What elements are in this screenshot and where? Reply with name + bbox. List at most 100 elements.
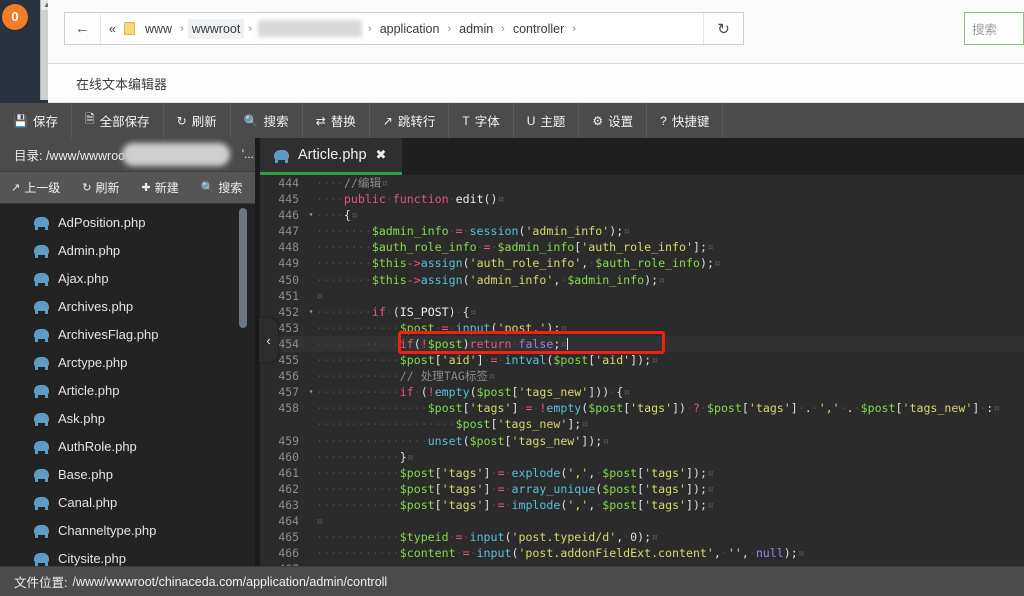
- code-line[interactable]: 458 ················$post['tags']·=·!empt…: [260, 400, 1024, 416]
- list-item[interactable]: Canal.php: [0, 488, 260, 516]
- toolbar-button-6[interactable]: T 字体: [449, 103, 514, 138]
- toolbar-button-1[interactable]: 🗎 全部保存: [72, 103, 164, 138]
- file-name-label: Ask.php: [58, 410, 105, 426]
- back-button[interactable]: ←: [65, 13, 101, 44]
- tab-article-php[interactable]: Article.php ✖: [260, 138, 403, 175]
- code-text: ············// 处理TAG标签¤: [316, 369, 496, 384]
- plus-icon: ✚: [141, 182, 151, 194]
- fold-toggle-icon: [306, 191, 316, 207]
- file-name-label: Ajax.php: [58, 270, 109, 286]
- code-line[interactable]: 445 ····public·function·edit()¤: [260, 191, 1024, 207]
- list-item[interactable]: Archives.php: [0, 292, 260, 320]
- file-tool-2[interactable]: ✚ 新建: [130, 179, 189, 196]
- code-line[interactable]: 451 ¤: [260, 288, 1024, 304]
- line-number: 464: [278, 513, 299, 528]
- list-item[interactable]: Base.php: [0, 460, 260, 488]
- code-content[interactable]: 444 ····//编辑¤ 445 ····public·function·edit(…: [260, 175, 1024, 566]
- fold-toggle-icon[interactable]: ▾: [306, 384, 316, 400]
- php-file-icon: [34, 553, 49, 566]
- toolbar-button-2[interactable]: ↻ 刷新: [164, 103, 231, 138]
- toolbar-button-8[interactable]: ⚙ 设置: [579, 103, 648, 138]
- code-line[interactable]: 465 ············$typeid·=·input('post.typ…: [260, 529, 1024, 545]
- code-line[interactable]: 463 ············$post['tags']·=·implode('…: [260, 497, 1024, 513]
- fold-toggle-icon: [306, 368, 316, 384]
- php-file-icon: [34, 413, 49, 426]
- breadcrumb-item-application[interactable]: application: [376, 19, 444, 39]
- code-line[interactable]: 460 ············}¤: [260, 449, 1024, 465]
- code-line[interactable]: 457 ▾ ············if·(!empty($post['tags_n…: [260, 384, 1024, 400]
- breadcrumb-item-controller[interactable]: controller: [509, 19, 568, 39]
- list-item[interactable]: Article.php: [0, 376, 260, 404]
- code-line[interactable]: 450 ········$this->assign('admin_info',·$…: [260, 272, 1024, 288]
- code-text: ············$typeid·=·input('post.typeid…: [316, 530, 659, 545]
- toolbar-button-5[interactable]: ↗ 跳转行: [370, 103, 450, 138]
- php-file-icon: [34, 441, 49, 454]
- toolbar-button-7[interactable]: U 主题: [514, 103, 580, 138]
- file-tool-label: 刷新: [95, 181, 120, 195]
- fold-toggle-icon: [306, 497, 316, 513]
- gear-icon: ⚙: [592, 113, 604, 128]
- list-item[interactable]: Ajax.php: [0, 264, 260, 292]
- code-line[interactable]: 466 ············$content·=·input('post.ad…: [260, 545, 1024, 561]
- breadcrumb-overflow[interactable]: «: [105, 19, 120, 39]
- code-line[interactable]: 464 ¤: [260, 513, 1024, 529]
- list-item[interactable]: Channeltype.php: [0, 516, 260, 544]
- file-list-scrollbar[interactable]: [239, 208, 247, 328]
- collapse-panel-handle[interactable]: ‹: [259, 318, 278, 362]
- fold-toggle-icon[interactable]: ▾: [306, 207, 316, 223]
- code-text: ············}¤: [316, 449, 414, 464]
- reload-button[interactable]: ↻: [703, 13, 743, 44]
- list-item[interactable]: ArchivesFlag.php: [0, 320, 260, 348]
- code-line[interactable]: 459 ················unset($post['tags_new…: [260, 433, 1024, 449]
- close-icon[interactable]: ✖: [376, 147, 387, 163]
- code-line[interactable]: 453 ············$post·=·input('post.');¤: [260, 320, 1024, 336]
- list-item[interactable]: Arctype.php: [0, 348, 260, 376]
- editor-tab-strip: Article.php ✖: [260, 138, 1024, 175]
- code-line[interactable]: 462 ············$post['tags']·=·array_uni…: [260, 481, 1024, 497]
- fold-toggle-icon[interactable]: ▾: [306, 304, 316, 320]
- code-line[interactable]: 449 ········$this->assign('auth_role_info…: [260, 255, 1024, 271]
- breadcrumb-item-wwwroot[interactable]: wwwroot: [187, 18, 245, 39]
- list-item[interactable]: Admin.php: [0, 236, 260, 264]
- line-number: 445: [278, 192, 299, 207]
- list-item[interactable]: AdPosition.php: [0, 208, 260, 236]
- breadcrumb-item-redacted[interactable]: [258, 20, 363, 37]
- toolbar-button-label: 搜索: [263, 115, 289, 129]
- line-number: 451: [278, 288, 299, 303]
- code-line[interactable]: 461 ············$post['tags']·=·explode('…: [260, 465, 1024, 481]
- breadcrumb-item-www[interactable]: www: [141, 19, 176, 39]
- code-line[interactable]: 446 ▾ ····{¤: [260, 207, 1024, 223]
- list-item[interactable]: AuthRole.php: [0, 432, 260, 460]
- directory-path-label: 目录: /www/wwwroo: [14, 149, 126, 163]
- toolbar-button-9[interactable]: ? 快捷键: [647, 103, 724, 138]
- code-line[interactable]: 448 ········$auth_role_info·=·$admin_info…: [260, 239, 1024, 255]
- line-number: 456: [278, 369, 299, 384]
- code-line[interactable]: 454 ············if(!$post)return·false;¤: [260, 335, 1024, 353]
- code-line[interactable]: 444 ····//编辑¤: [260, 175, 1024, 191]
- code-line-wrapped[interactable]: ····················$post['tags_new'];¤: [260, 416, 1024, 432]
- toolbar-button-label: 主题: [540, 115, 566, 129]
- toolbar-button-4[interactable]: ⇄ 替换: [303, 103, 370, 138]
- php-file-icon: [34, 525, 49, 538]
- file-name-label: Canal.php: [58, 494, 118, 510]
- file-tool-3[interactable]: 🔍 搜索: [190, 179, 254, 196]
- toolbar-button-3[interactable]: 🔍 搜索: [231, 103, 303, 138]
- php-file-icon: [274, 150, 289, 163]
- code-text: ············$post['tags']·=·array_unique…: [316, 481, 714, 496]
- line-number: 465: [278, 530, 299, 545]
- notification-badge[interactable]: 0: [2, 4, 28, 30]
- refresh-icon: ↻: [82, 182, 92, 194]
- list-item[interactable]: Ask.php: [0, 404, 260, 432]
- fold-toggle-icon: [306, 545, 316, 561]
- file-tool-0[interactable]: ↗ 上一级: [0, 179, 71, 196]
- fold-toggle-icon: [306, 336, 316, 352]
- code-line[interactable]: 447 ········$admin_info·=·session('admin_…: [260, 223, 1024, 239]
- file-tool-1[interactable]: ↻ 刷新: [71, 179, 130, 196]
- code-line[interactable]: 455 ············$post['aid']·=·intval($po…: [260, 352, 1024, 368]
- search-icon: 🔍: [243, 113, 259, 128]
- code-line[interactable]: 456 ············// 处理TAG标签¤: [260, 368, 1024, 384]
- code-line[interactable]: 452 ▾ ········if·(IS_POST)·{¤: [260, 304, 1024, 320]
- browser-search-box[interactable]: 搜索: [964, 12, 1024, 45]
- toolbar-button-0[interactable]: 💾 保存: [0, 103, 72, 138]
- breadcrumb-item-admin[interactable]: admin: [455, 19, 497, 39]
